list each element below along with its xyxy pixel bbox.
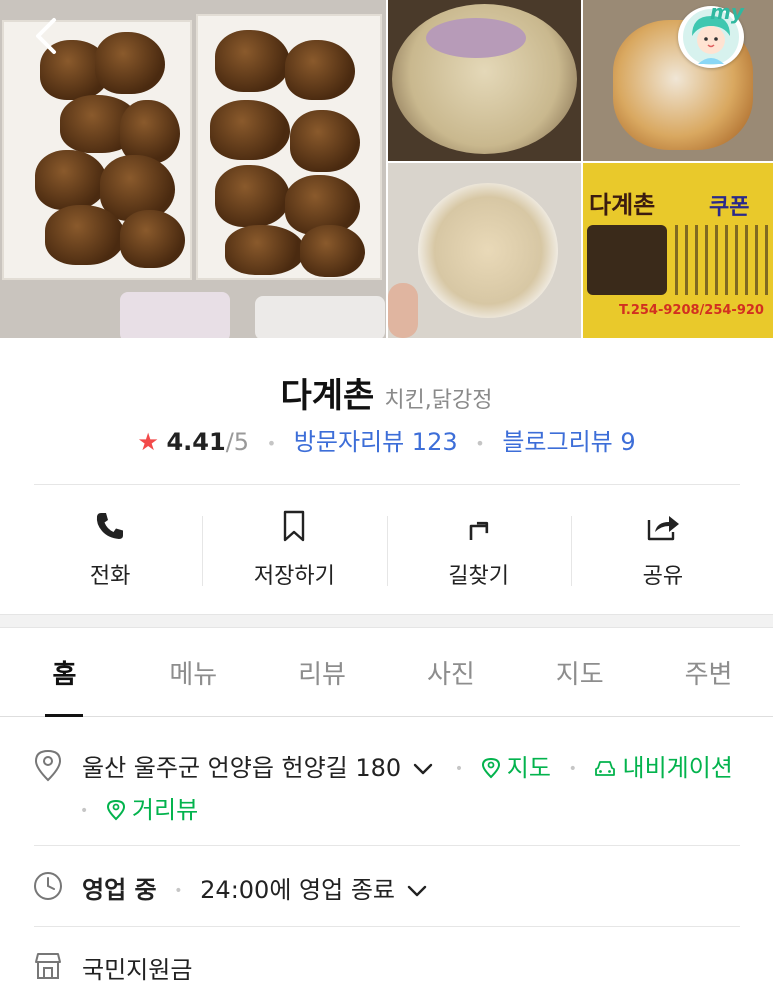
back-button[interactable] (28, 14, 68, 58)
chevron-left-icon (36, 18, 56, 54)
tab-home[interactable]: 홈 (0, 628, 129, 717)
support-label: 국민지원금 (82, 956, 193, 984)
dot-separator: • (266, 433, 277, 453)
dot-separator: • (475, 433, 485, 453)
photo-coupon-sign[interactable]: 다계촌 쿠폰 T.254-9208/254-920 (583, 163, 773, 338)
address-text: 울산 울주군 언양읍 헌양길 180 (82, 754, 402, 782)
my-badge: my (710, 0, 744, 24)
call-button[interactable]: 전화 (18, 488, 202, 598)
directions-label: 길찾기 (448, 564, 509, 589)
support-row: 국민지원금 (30, 948, 740, 998)
clock-icon (34, 872, 62, 900)
tab-map[interactable]: 지도 (515, 628, 644, 716)
map-pin-icon (481, 757, 500, 779)
share-button[interactable]: 공유 (570, 488, 755, 598)
chevron-down-icon[interactable] (413, 762, 433, 776)
tab-bar: 홈 메뉴 리뷰 사진 지도 주변 (0, 628, 773, 717)
tab-nearby[interactable]: 주변 (644, 628, 773, 716)
phone-icon (96, 513, 124, 539)
dot-separator: • (454, 761, 464, 777)
section-gap (0, 614, 773, 628)
blog-reviews-link[interactable]: 블로그리뷰 9 (502, 428, 635, 456)
action-bar: 전화 저장하기 길찾기 공유 (18, 488, 755, 598)
share-icon (647, 516, 679, 541)
save-button[interactable]: 저장하기 (202, 488, 386, 598)
hours-line: 영업 중 • 24:00에 영업 종료 (82, 870, 427, 905)
directions-icon (469, 521, 488, 540)
photo-sauce-cup[interactable] (388, 163, 581, 338)
hours-text: 24:00에 영업 종료 (200, 876, 395, 904)
car-icon (595, 761, 616, 776)
location-pin-icon (34, 749, 62, 782)
share-label: 공유 (642, 564, 684, 589)
street-view-link[interactable]: 거리뷰 (106, 796, 198, 824)
address-row: 울산 울주군 언양읍 헌양길 180 • 지도 • 내비게이션 • 거리뷰 (30, 742, 740, 842)
map-link[interactable]: 지도 (481, 754, 551, 782)
coupon-label: 쿠폰 (709, 195, 750, 220)
divider (34, 484, 740, 485)
tab-photos[interactable]: 사진 (386, 628, 515, 716)
rating-value: 4.41 (166, 428, 226, 456)
bookmark-icon (284, 510, 305, 542)
status-badge: 영업 중 (82, 876, 157, 904)
map-pin-icon (106, 799, 125, 821)
place-info: 다계촌 치킨,닭강정 ★ 4.41/5 • 방문자리뷰 123 • 블로그리뷰 9… (0, 338, 773, 614)
street-view-link-label: 거리뷰 (131, 796, 199, 824)
coupon-shop-name: 다계촌 (589, 191, 656, 219)
address-line: 울산 울주군 언양읍 헌양길 180 • 지도 • 내비게이션 (82, 748, 733, 783)
coupon-phone: T.254-9208/254-920 (619, 303, 764, 318)
map-link-label: 지도 (506, 754, 551, 782)
store-icon (35, 953, 61, 979)
save-label: 저장하기 (253, 564, 335, 589)
rating-row: ★ 4.41/5 • 방문자리뷰 123 • 블로그리뷰 9 (0, 422, 773, 457)
place-category: 치킨,닭강정 (384, 388, 493, 413)
divider (34, 845, 740, 846)
chevron-down-icon[interactable] (407, 884, 427, 898)
tab-reviews[interactable]: 리뷰 (258, 628, 387, 716)
dot-separator: • (174, 883, 183, 899)
tab-menu[interactable]: 메뉴 (129, 628, 258, 716)
photo-gallery[interactable]: 다계촌 쿠폰 T.254-9208/254-920 my (0, 0, 773, 338)
visitor-reviews-link[interactable]: 방문자리뷰 123 (294, 428, 458, 456)
call-label: 전화 (89, 564, 131, 589)
directions-button[interactable]: 길찾기 (386, 488, 571, 598)
street-view-line: • 거리뷰 (80, 790, 198, 825)
place-name: 다계촌 (280, 376, 375, 416)
navigation-link-label: 내비게이션 (622, 754, 733, 782)
rating-max: /5 (225, 428, 250, 456)
dot-separator: • (568, 761, 577, 777)
title-row: 다계촌 치킨,닭강정 (0, 368, 773, 417)
divider (34, 926, 740, 927)
dot-separator: • (80, 803, 89, 819)
photo-cabbage-salad[interactable] (388, 0, 581, 161)
star-icon: ★ (137, 428, 159, 456)
hours-row[interactable]: 영업 중 • 24:00에 영업 종료 (30, 866, 740, 916)
navigation-link[interactable]: 내비게이션 (594, 754, 733, 782)
